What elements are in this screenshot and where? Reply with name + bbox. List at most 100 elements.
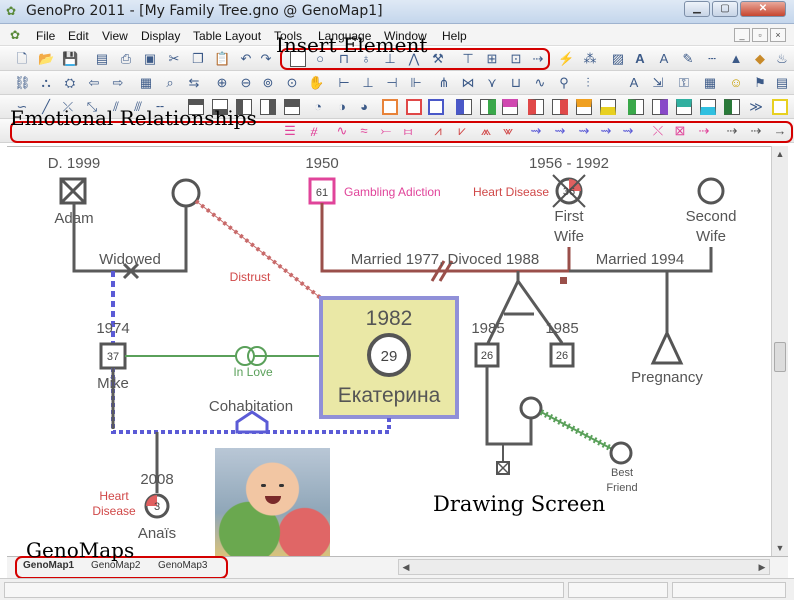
fill-purple-icon[interactable] bbox=[652, 99, 668, 115]
fill-orange-icon[interactable] bbox=[576, 99, 592, 115]
vertical-scroll-thumb[interactable] bbox=[774, 342, 786, 372]
font-icon[interactable]: A bbox=[626, 75, 642, 91]
vertical-scrollbar[interactable]: ▲ ▼ bbox=[771, 146, 788, 556]
pie-icon[interactable]: ◔ bbox=[310, 99, 326, 115]
menu-edit[interactable]: Edit bbox=[68, 29, 89, 43]
select-all-icon[interactable]: ⛬ bbox=[38, 75, 54, 91]
scroll-right-icon[interactable]: ▶ bbox=[755, 560, 769, 574]
fill-cyan-icon[interactable] bbox=[700, 99, 716, 115]
fill-yellow-icon[interactable] bbox=[600, 99, 616, 115]
close-button[interactable]: ✕ bbox=[740, 1, 786, 17]
redo-icon[interactable]: ↷ bbox=[258, 51, 274, 67]
horizontal-scrollbar[interactable]: ◀ ▶ bbox=[398, 559, 770, 575]
new-icon[interactable]: 🗋 bbox=[14, 51, 30, 67]
border-blue-icon[interactable] bbox=[428, 99, 444, 115]
mdi-minimize-button[interactable]: _ bbox=[734, 28, 750, 42]
tree-icon[interactable]: ⋔ bbox=[436, 75, 452, 91]
zoom-page-icon[interactable]: ⊙ bbox=[284, 75, 300, 91]
more-icon[interactable]: ≫ bbox=[748, 99, 764, 115]
zoom-out-icon[interactable]: ⊖ bbox=[238, 75, 254, 91]
undo-icon[interactable]: ↶ bbox=[238, 51, 254, 67]
menu-table-layout[interactable]: Table Layout bbox=[193, 29, 261, 43]
menu-help[interactable]: Help bbox=[442, 29, 467, 43]
fill-pink-icon[interactable] bbox=[502, 99, 518, 115]
align-right-icon[interactable]: ⊣ bbox=[384, 75, 400, 91]
border-orange-icon[interactable] bbox=[382, 99, 398, 115]
open-icon[interactable]: 📂 bbox=[38, 51, 54, 67]
scroll-down-icon[interactable]: ▼ bbox=[772, 540, 788, 556]
cut-icon[interactable]: ✂ bbox=[166, 51, 182, 67]
fill-teal-icon[interactable] bbox=[676, 99, 692, 115]
report-icon[interactable]: ▤ bbox=[774, 75, 790, 91]
network-icon[interactable]: ⋈ bbox=[460, 75, 476, 91]
text-frame-icon[interactable]: A bbox=[632, 51, 648, 67]
lightning-icon[interactable]: ⚡ bbox=[558, 51, 574, 67]
bracket-icon[interactable]: ⊔ bbox=[508, 75, 524, 91]
fill-darkgreen-icon[interactable] bbox=[724, 99, 740, 115]
pin-icon[interactable]: ⚲ bbox=[556, 75, 572, 91]
replace-icon[interactable]: ⇆ bbox=[186, 75, 202, 91]
border-red-icon[interactable] bbox=[406, 99, 422, 115]
picture-icon[interactable]: ▨ bbox=[610, 51, 626, 67]
fill-red2-icon[interactable] bbox=[552, 99, 568, 115]
copy-icon[interactable]: ❐ bbox=[190, 51, 206, 67]
select-family-icon[interactable]: ⛭ bbox=[62, 75, 78, 91]
align-center-icon[interactable]: ⊥ bbox=[360, 75, 376, 91]
pie3-icon[interactable]: ◕ bbox=[356, 99, 372, 115]
menu-view[interactable]: View bbox=[102, 29, 128, 43]
wave-icon[interactable]: ∿ bbox=[532, 75, 548, 91]
print-icon[interactable]: ⎙ bbox=[118, 51, 134, 67]
fill-right-icon[interactable] bbox=[260, 99, 276, 115]
fill-green2-icon[interactable] bbox=[628, 99, 644, 115]
spread-icon[interactable]: ⋎ bbox=[484, 75, 500, 91]
back-icon[interactable]: ⇦ bbox=[86, 75, 102, 91]
fill-green-icon[interactable] bbox=[480, 99, 496, 115]
adam-wife-symbol[interactable] bbox=[171, 178, 201, 208]
maximize-button[interactable]: ▢ bbox=[712, 1, 738, 17]
hyperlink-icon[interactable]: ⛓ bbox=[14, 75, 31, 91]
fill-blue-icon[interactable] bbox=[456, 99, 472, 115]
scroll-up-icon[interactable]: ▲ bbox=[772, 146, 788, 162]
second-wife-symbol[interactable] bbox=[697, 177, 725, 205]
best-friend-symbol[interactable] bbox=[609, 441, 633, 465]
marriage-node[interactable] bbox=[560, 277, 567, 284]
layout-icon[interactable]: ⁂ bbox=[582, 51, 598, 67]
hand-icon[interactable]: ✋ bbox=[308, 75, 324, 91]
menu-display[interactable]: Display bbox=[141, 29, 180, 43]
forward-icon[interactable]: ⇨ bbox=[110, 75, 126, 91]
find-icon[interactable]: ⌕ bbox=[162, 75, 178, 91]
save-icon[interactable]: 💾 bbox=[62, 51, 78, 67]
align-left-icon[interactable]: ⊢ bbox=[336, 75, 352, 91]
lock-icon[interactable]: ⚿ bbox=[676, 75, 692, 91]
split-icon[interactable]: ⫶ bbox=[580, 75, 596, 91]
triangle-icon[interactable]: ▲ bbox=[728, 51, 744, 67]
properties-icon[interactable]: ▣ bbox=[142, 51, 158, 67]
tag-icon[interactable]: ⚑ bbox=[752, 75, 768, 91]
fill-icon[interactable]: ♨ bbox=[774, 51, 790, 67]
print-preview-icon[interactable]: ▤ bbox=[94, 51, 110, 67]
align-icon[interactable]: ⇲ bbox=[650, 75, 666, 91]
zoom-in-icon[interactable]: ⊕ bbox=[214, 75, 230, 91]
zoom-fit-icon[interactable]: ⊚ bbox=[260, 75, 276, 91]
mdi-close-button[interactable]: × bbox=[770, 28, 786, 42]
fill-red-icon[interactable] bbox=[528, 99, 544, 115]
menu-file[interactable]: File bbox=[36, 29, 55, 43]
drawing-canvas[interactable]: D. 1999 Adam Widowed Distrust 61 1950 Ga… bbox=[7, 146, 771, 556]
dashed-line-icon[interactable]: ┄ bbox=[704, 51, 720, 67]
scroll-left-icon[interactable]: ◀ bbox=[399, 560, 413, 574]
fill-yellow2-icon[interactable] bbox=[772, 99, 788, 115]
minimize-button[interactable]: ▁ bbox=[684, 1, 710, 17]
smiley-icon[interactable]: ☺ bbox=[728, 75, 744, 91]
paste-icon[interactable]: 📋 bbox=[214, 51, 230, 67]
pie2-icon[interactable]: ◑ bbox=[334, 99, 350, 115]
twin-left-partner-symbol[interactable] bbox=[519, 396, 543, 420]
baby-photo[interactable] bbox=[215, 448, 330, 556]
distribute-icon[interactable]: ⊩ bbox=[408, 75, 424, 91]
table-icon[interactable]: ▦ bbox=[138, 75, 154, 91]
eraser-icon[interactable]: ◆ bbox=[752, 51, 768, 67]
pregnancy-symbol[interactable] bbox=[650, 329, 684, 365]
fill-half-icon[interactable] bbox=[284, 99, 300, 115]
pen-icon[interactable]: ✎ bbox=[680, 51, 696, 67]
mdi-restore-button[interactable]: ▫ bbox=[752, 28, 768, 42]
text-icon[interactable]: A bbox=[656, 51, 672, 67]
